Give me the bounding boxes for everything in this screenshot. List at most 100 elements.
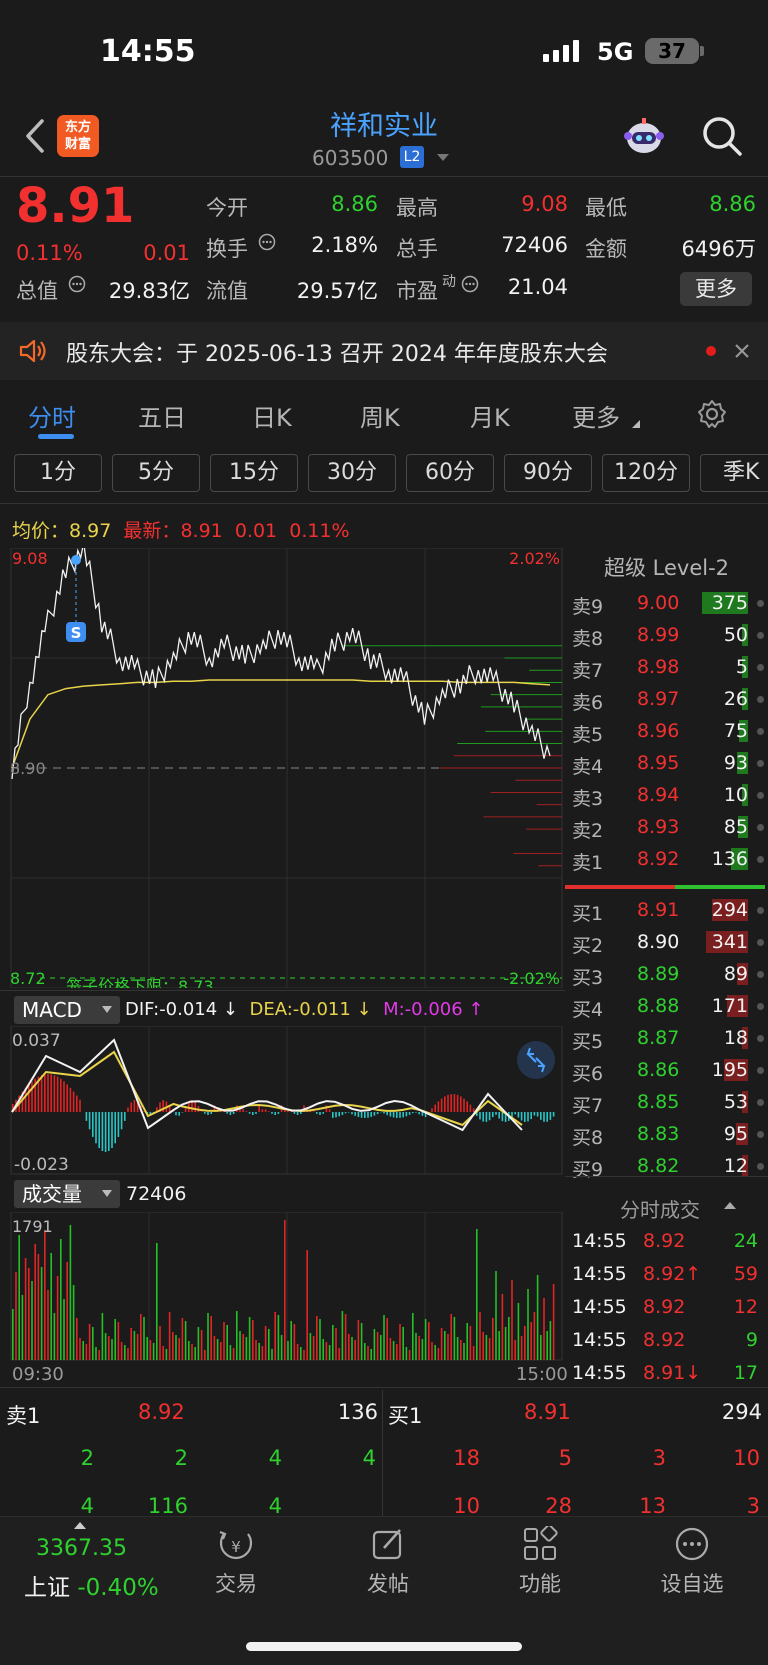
period-15min[interactable]: 15分 [210,454,298,492]
macd-chart[interactable]: 0.037 -0.023 [0,1026,565,1176]
volume-bar [309,1333,312,1360]
macd-histogram-bar [389,1112,392,1117]
home-indicator[interactable] [246,1642,522,1651]
intraday-chart[interactable]: S 9.08 8.90 8.72 2.02% -2.02% 笼子价格下限：8.7… [0,548,565,988]
ask-row[interactable]: 卖3 8.94 10 [565,780,768,812]
macd-histogram-bar [47,1074,49,1112]
tab-weekly-k[interactable]: 周K [360,398,400,433]
period-60min[interactable]: 60分 [406,454,494,492]
bid-row[interactable]: 买1 8.91 294 [565,895,768,927]
macd-histogram-bar [492,1112,494,1118]
bid-row[interactable]: 买3 8.89 89 [565,959,768,991]
index-ticker[interactable]: 上证 -0.40% [24,1568,159,1602]
macd-histogram-bar [463,1098,465,1112]
nav-post[interactable]: 发帖 [338,1568,438,1598]
more-button[interactable]: 更多 [680,272,752,306]
volume-bar [220,1342,222,1360]
macd-histogram-bar [133,1100,136,1112]
tab-five-day[interactable]: 五日 [138,398,186,433]
pe-label: 市盈 [396,279,438,303]
volume-bar [453,1317,456,1360]
bid-row[interactable]: 买6 8.86 195 [565,1055,768,1087]
trade-icon[interactable]: ¥ [216,1528,256,1564]
volume-bar [108,1336,110,1360]
search-icon[interactable] [700,114,744,158]
period-quarterly-k[interactable]: 季K [700,454,768,492]
volume-bar [290,1321,292,1360]
close-icon[interactable] [734,343,750,359]
level-label: 卖5 [572,724,604,746]
macd-histogram-bar [354,1112,356,1116]
macd-histogram-bar [466,1101,468,1112]
volume-bar [98,1350,100,1360]
volume-bar [15,1272,17,1360]
avg-price-value: 8.97 [69,520,112,542]
bid-row[interactable]: 买7 8.85 53 [565,1087,768,1119]
avg-price-line [11,679,551,769]
functions-grid-icon[interactable] [522,1526,558,1562]
ask-row[interactable]: 卖6 8.97 26 [565,684,768,716]
ask-row[interactable]: 卖7 8.98 5 [565,652,768,684]
index-value[interactable]: 3367.35 [36,1536,127,1561]
add-watchlist-icon[interactable] [674,1526,710,1562]
ask-row[interactable]: 卖2 8.93 85 [565,812,768,844]
volume-bar [168,1312,171,1360]
level-dot [757,1067,764,1074]
ask-row[interactable]: 卖4 8.95 93 [565,748,768,780]
tab-intraday[interactable]: 分时 [28,398,76,433]
dropdown-caret-icon[interactable] [436,153,450,163]
volume-top-value: 1791 [12,1217,53,1236]
volume-bar [508,1317,510,1360]
period-90min[interactable]: 90分 [504,454,592,492]
ask-row[interactable]: 卖8 8.99 50 [565,620,768,652]
period-30min[interactable]: 30分 [308,454,396,492]
bid-row[interactable]: 买4 8.88 171 [565,991,768,1023]
period-5min[interactable]: 5分 [112,454,200,492]
post-icon[interactable] [370,1526,406,1562]
unread-dot [706,346,716,356]
volume-bar [325,1342,328,1360]
level-volume: 341 [711,931,748,953]
ask-row[interactable]: 卖9 9.00 375 [565,588,768,620]
ask-row[interactable]: 卖1 8.92 136 [565,844,768,876]
volume-bar [277,1315,280,1360]
level-label: 卖2 [572,820,604,842]
macd-histogram-bar [258,1105,260,1112]
volume-bar [495,1271,497,1360]
volume-bar [527,1289,529,1360]
collapse-caret-icon[interactable] [724,1202,736,1210]
expand-button[interactable] [517,1041,555,1079]
level-label: 卖4 [572,756,604,778]
volume-bar [47,1290,49,1360]
turnover-value: 2.18% [311,233,378,257]
info-icon[interactable] [258,233,276,251]
volume-bar [72,1285,75,1360]
ticks-title[interactable]: 分时成交 [620,1194,700,1223]
tab-monthly-k[interactable]: 月K [470,398,510,433]
ask-row[interactable]: 卖5 8.96 75 [565,716,768,748]
nav-add-watchlist[interactable]: 设自选 [642,1568,742,1598]
macd-histogram-bar [178,1112,180,1116]
bid-row[interactable]: 买5 8.87 18 [565,1023,768,1055]
volume-chart[interactable]: 1791 [0,1212,565,1362]
period-1min[interactable]: 1分 [14,454,102,492]
volume-bar [520,1336,523,1360]
period-120min[interactable]: 120分 [602,454,690,492]
info-icon[interactable] [461,275,479,293]
macd-histogram-bar [264,1109,267,1112]
tab-more[interactable]: 更多 [572,398,620,433]
nav-trade[interactable]: 交易 [186,1568,286,1598]
info-icon[interactable] [68,275,86,293]
bid-row[interactable]: 买2 8.90 341 [565,927,768,959]
volume-bar [95,1347,97,1360]
macd-histogram-bar [488,1112,491,1121]
settings-gear-icon[interactable] [696,398,728,430]
macd-dif: DIF:-0.014 ↓ [125,999,239,1020]
current-price: 8.91 [16,178,135,234]
bid-row[interactable]: 买9 8.82 12 [565,1151,768,1183]
volume-bar [450,1314,452,1360]
nav-functions[interactable]: 功能 [490,1568,590,1598]
tab-daily-k[interactable]: 日K [252,398,292,433]
robot-assistant-icon[interactable] [622,114,666,158]
bid-row[interactable]: 买8 8.83 95 [565,1119,768,1151]
